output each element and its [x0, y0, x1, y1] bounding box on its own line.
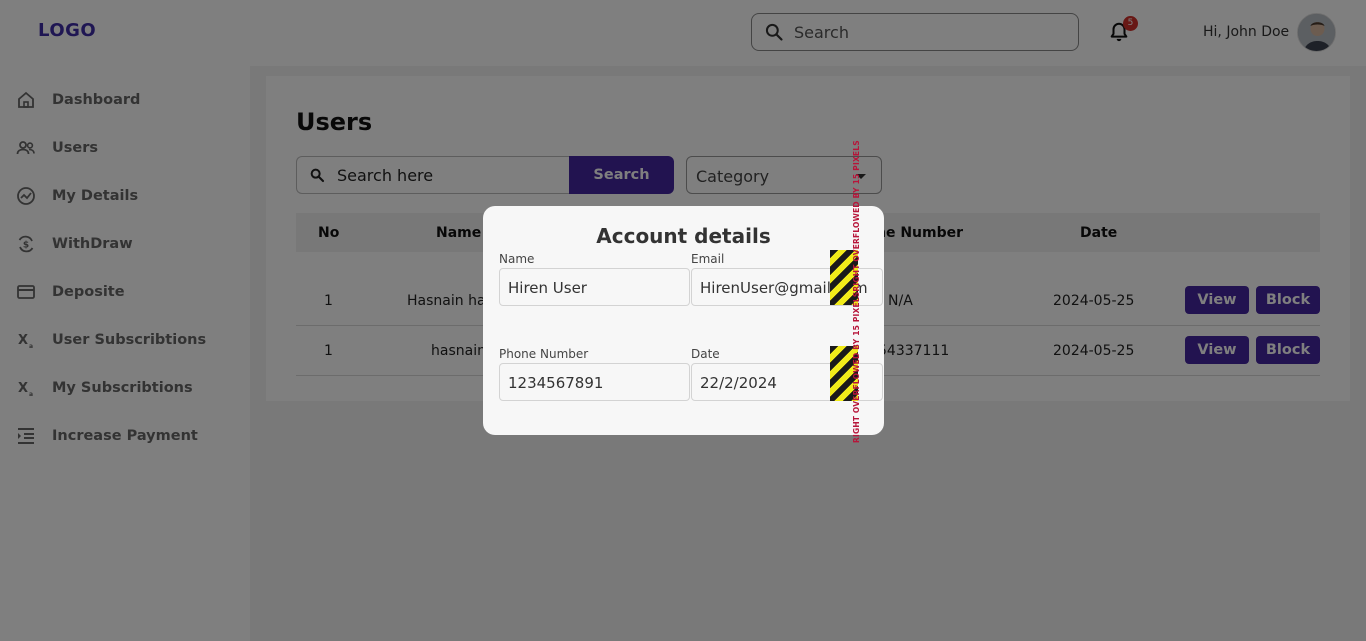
overflow-warning-2: RIGHT OVERFLOWED BY 15 PIXELS	[852, 140, 861, 292]
phone-label: Phone Number	[499, 347, 589, 361]
date-label: Date	[691, 347, 720, 361]
dialog-title: Account details	[596, 224, 771, 248]
name-field[interactable]: Hiren User	[499, 268, 690, 306]
date-value: 22/2/2024	[700, 374, 777, 392]
account-details-dialog: Account details Name Hiren User Email Hi…	[483, 206, 884, 435]
overflow-warning-1: RIGHT OVERFLOWED BY 15 PIXELS	[852, 291, 861, 443]
overflow-warning-text: RIGHT OVERFLOWED BY 15 PIXELSRIGHT OVERF…	[852, 140, 866, 443]
name-label: Name	[499, 252, 535, 266]
name-value: Hiren User	[508, 279, 587, 297]
email-label: Email	[691, 252, 725, 266]
phone-value: 1234567891	[508, 374, 604, 392]
phone-field[interactable]: 1234567891	[499, 363, 690, 401]
